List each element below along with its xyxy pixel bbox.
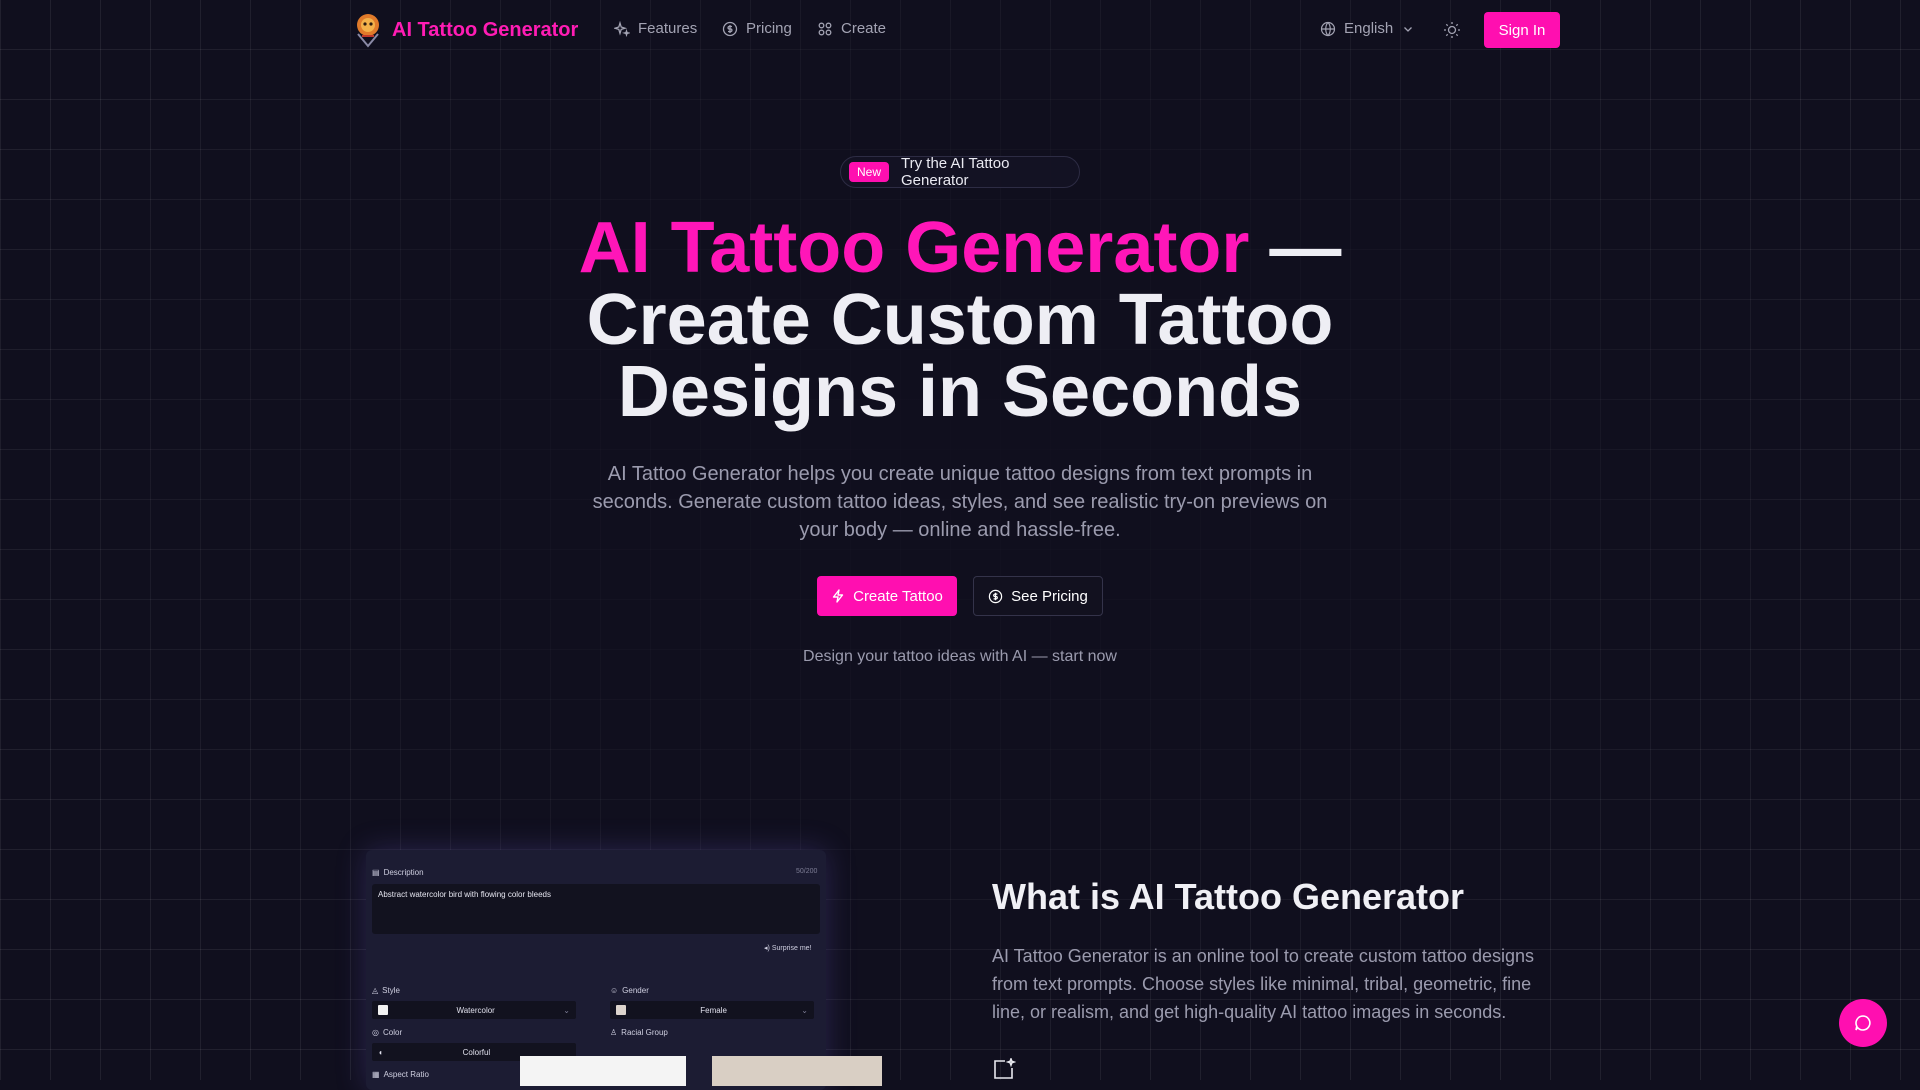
document-icon: ▤ [372, 868, 380, 877]
hero-subtitle: AI Tattoo Generator helps you create uni… [592, 463, 1328, 541]
language-selector[interactable]: English [1320, 20, 1415, 37]
new-tag: New [849, 162, 890, 182]
tattoo-logo-icon [357, 14, 379, 48]
generator-preview-image: ▤ Description 50/200 Abstract watercolor… [366, 850, 826, 1090]
preview-style-label: Style [382, 986, 400, 995]
preview-color-heading: ◎ Color [372, 1028, 402, 1037]
preview-description-heading: ▤ Description [372, 868, 424, 877]
preview-style-value: Watercolor [456, 1005, 495, 1015]
preview-gender-heading: ☺ Gender [610, 986, 649, 995]
preview-style-heading: ◬ Style [372, 986, 400, 995]
announcement-badge[interactable]: New Try the AI Tattoo Generator [840, 155, 1080, 189]
nav-features-label: Features [638, 20, 698, 37]
speaker-icon: ◂) [764, 945, 770, 952]
palette-icon: ◬ [372, 986, 379, 995]
dollar-circle-icon [722, 21, 738, 36]
aspect-ratio-icon: ▦ [372, 1070, 380, 1079]
chat-support-button[interactable] [1839, 999, 1887, 1047]
sparkles-icon [614, 20, 630, 37]
preview-racial-label: Racial Group [621, 1028, 668, 1037]
sign-in-button[interactable]: Sign In [1484, 12, 1560, 48]
top-navigation: AI Tattoo Generator Features Pricing Cre… [0, 0, 1920, 60]
theme-toggle-button[interactable] [1440, 18, 1464, 42]
section-body: AI Tattoo Generator is an online tool to… [992, 946, 1534, 1022]
avatar-thumb-icon [616, 1005, 626, 1015]
see-pricing-button[interactable]: See Pricing [973, 576, 1103, 616]
color-wheel-icon: ◎ [372, 1028, 379, 1037]
preview-surprise-button: ◂) Surprise me! [764, 944, 812, 952]
announcement-text: Try the AI Tattoo Generator [901, 155, 1010, 189]
page-title-accent: AI Tattoo Generator [578, 208, 1250, 288]
hero-tagline: Design your tattoo ideas with AI — start… [803, 648, 1117, 665]
nav-pricing-label: Pricing [746, 20, 792, 37]
chat-bubble-icon [1855, 1015, 1871, 1031]
preview-description-label: Description [383, 868, 424, 877]
style-thumb-icon [378, 1005, 388, 1015]
preview-color-label: Color [382, 1028, 403, 1037]
chevron-down-icon: ⌄ [801, 1005, 808, 1015]
preview-description-box: Abstract watercolor bird with flowing co… [372, 884, 820, 934]
see-pricing-label: See Pricing [1011, 587, 1088, 605]
chevron-down-icon [1404, 26, 1413, 32]
chevron-down-icon: ⌄ [563, 1005, 570, 1015]
preview-portrait-image [712, 1056, 882, 1086]
nav-features-link[interactable]: Features [614, 20, 697, 37]
language-label: English [1344, 20, 1394, 37]
sun-icon [1444, 22, 1460, 38]
preview-gender-select: Female ⌄ [610, 1001, 814, 1019]
preview-aspect-heading: ▦ Aspect Ratio [372, 1070, 429, 1079]
nav-create-label: Create [841, 20, 887, 37]
image-sparkle-icon [994, 1058, 1016, 1079]
preview-racial-heading: ♙ Racial Group [610, 1028, 668, 1037]
create-tattoo-label: Create Tattoo [853, 587, 943, 605]
users-icon: ☺ [610, 986, 619, 995]
nav-pricing-link[interactable]: Pricing [722, 20, 792, 37]
preview-result-image [520, 1056, 686, 1086]
nav-create-link[interactable]: Create [817, 20, 886, 37]
create-tattoo-button[interactable]: Create Tattoo [817, 576, 957, 616]
brand-name: AI Tattoo Generator [392, 18, 579, 41]
preview-style-select: Watercolor ⌄ [372, 1001, 576, 1019]
section-title: What is AI Tattoo Generator [992, 876, 1465, 917]
lightning-icon [832, 589, 844, 603]
preview-aspect-label: Aspect Ratio [383, 1070, 429, 1079]
preview-gender-label: Gender [622, 986, 649, 995]
page-title: AI Tattoo Generator — Create Custom Tatt… [560, 212, 1360, 428]
preview-char-count: 50/200 [796, 868, 818, 875]
preview-surprise-label: Surprise me! [771, 945, 812, 952]
preview-gender-value: Female [700, 1005, 727, 1015]
brand-logo-link[interactable]: AI Tattoo Generator [352, 12, 578, 48]
dollar-circle-icon [988, 589, 1003, 603]
grid-icon [818, 22, 832, 35]
user-icon: ♙ [610, 1028, 618, 1037]
globe-icon [1320, 21, 1336, 36]
